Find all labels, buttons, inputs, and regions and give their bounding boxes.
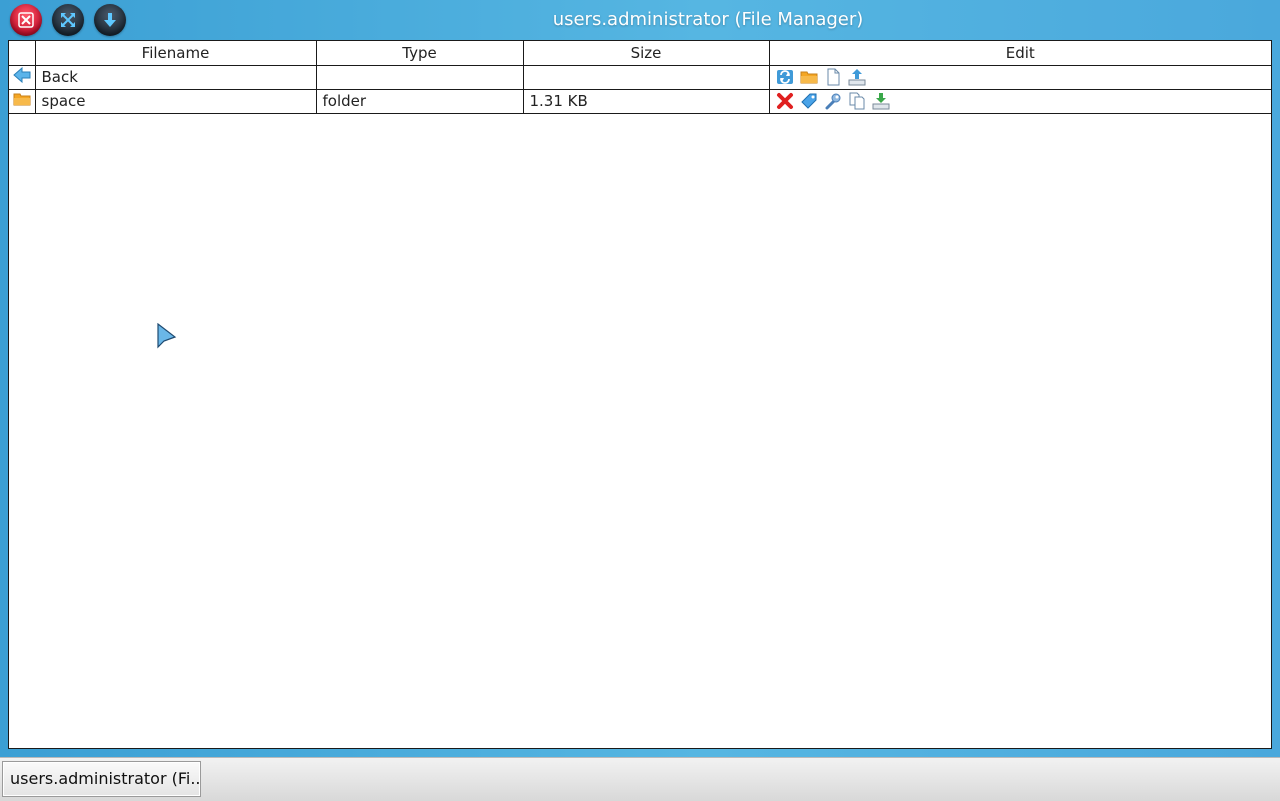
window-title: users.administrator (File Manager) xyxy=(552,9,864,30)
type-cell: folder xyxy=(315,88,524,114)
size-cell xyxy=(522,64,770,90)
filename-cell[interactable]: Back xyxy=(34,64,317,90)
edit-column-header: Edit xyxy=(768,41,1271,66)
new-file-icon[interactable] xyxy=(824,68,842,86)
table-row-back[interactable]: Back xyxy=(9,64,1271,90)
copy-icon[interactable] xyxy=(848,92,866,110)
filename-cell[interactable]: space xyxy=(34,88,317,114)
rename-icon[interactable] xyxy=(800,92,818,110)
properties-icon[interactable] xyxy=(824,92,842,110)
delete-icon[interactable] xyxy=(776,92,794,110)
type-cell xyxy=(315,64,524,90)
size-column-header[interactable]: Size xyxy=(522,41,770,66)
size-cell: 1.31 KB xyxy=(522,88,770,114)
type-column-header[interactable]: Type xyxy=(315,41,524,66)
new-folder-icon[interactable] xyxy=(800,68,818,86)
filename-column-header[interactable]: Filename xyxy=(34,41,317,66)
table-header-row: Filename Type Size Edit xyxy=(9,41,1271,66)
table-row-space[interactable]: space folder 1.31 KB xyxy=(9,88,1271,114)
back-arrow-icon[interactable] xyxy=(12,66,31,84)
upload-icon[interactable] xyxy=(848,68,866,86)
taskbar-window-button[interactable]: users.administrator (Fi... xyxy=(2,761,201,797)
download-icon[interactable] xyxy=(872,92,890,110)
file-table: Filename Type Size Edit Back space folde… xyxy=(9,41,1271,114)
folder-icon[interactable] xyxy=(13,90,31,108)
taskbar: users.administrator (Fi... xyxy=(0,757,1280,801)
icon-column-header xyxy=(9,41,36,66)
file-manager-panel: Filename Type Size Edit Back space folde… xyxy=(8,40,1272,749)
mouse-cursor-icon xyxy=(157,323,177,349)
refresh-icon[interactable] xyxy=(776,68,794,86)
window-titlebar[interactable]: users.administrator (File Manager) xyxy=(0,0,1280,40)
